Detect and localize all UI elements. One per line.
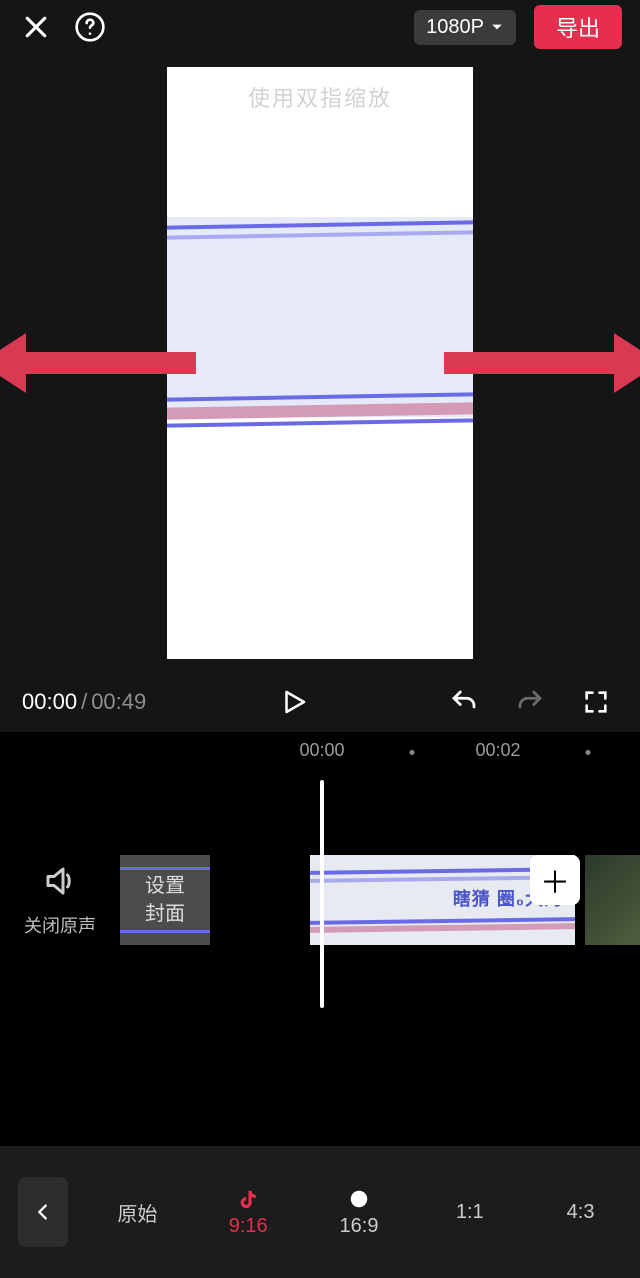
undo-icon [449, 687, 479, 717]
help-button[interactable] [72, 9, 108, 45]
speaker-icon [42, 863, 78, 899]
ruler-tick: 00:00 [299, 740, 344, 761]
aspect-1-1[interactable]: 1:1 [428, 1201, 511, 1224]
current-time: 00:00 [22, 689, 77, 714]
close-icon [21, 12, 51, 42]
close-button[interactable] [18, 9, 54, 45]
aspect-ratio-bar: 原始 9:16 16:9 1:1 4:3 [0, 1146, 640, 1278]
fullscreen-icon [582, 688, 610, 716]
play-icon [279, 687, 309, 717]
back-button[interactable] [18, 1177, 68, 1247]
help-icon [74, 11, 106, 43]
timeline[interactable]: 00:00 00:02 关闭原声 设置 封面 瞎猜 圈₀大的 [0, 732, 640, 1146]
fullscreen-button[interactable] [574, 680, 618, 724]
redo-icon [515, 687, 545, 717]
video-canvas[interactable]: 使用双指缩放 [167, 67, 473, 659]
aspect-original[interactable]: 原始 [96, 1198, 179, 1227]
play-button[interactable] [272, 680, 316, 724]
preview-area[interactable]: 使用双指缩放 [0, 54, 640, 672]
timeline-ruler: 00:00 00:02 [0, 740, 640, 770]
douyin-icon [237, 1188, 259, 1210]
redo-button[interactable] [508, 680, 552, 724]
plus-icon: ＋ [540, 858, 570, 902]
resolution-label: 1080P [426, 16, 484, 39]
chevron-left-icon [32, 1201, 54, 1223]
chevron-down-icon [490, 20, 504, 34]
set-cover-button[interactable]: 设置 封面 [120, 855, 210, 945]
add-clip-button[interactable]: ＋ [530, 855, 580, 905]
playhead[interactable] [320, 780, 324, 1008]
ruler-tick: 00:02 [475, 740, 520, 761]
undo-button[interactable] [442, 680, 486, 724]
annotation-arrow-right [444, 333, 640, 393]
mute-label: 关闭原声 [24, 912, 96, 938]
time-display: 00:00/00:49 [22, 689, 146, 715]
export-button[interactable]: 导出 [534, 5, 622, 49]
export-label: 导出 [556, 16, 600, 41]
total-time: 00:49 [91, 689, 146, 714]
annotation-arrow-left [0, 333, 196, 393]
pinch-zoom-hint: 使用双指缩放 [167, 81, 473, 113]
resolution-selector[interactable]: 1080P [414, 10, 516, 45]
next-clip-thumbnail[interactable] [585, 855, 640, 945]
mute-toggle[interactable] [42, 863, 78, 904]
xigua-icon [348, 1188, 370, 1210]
aspect-9-16[interactable]: 9:16 [207, 1187, 290, 1238]
aspect-4-3[interactable]: 4:3 [539, 1201, 622, 1224]
aspect-16-9[interactable]: 16:9 [318, 1187, 401, 1238]
